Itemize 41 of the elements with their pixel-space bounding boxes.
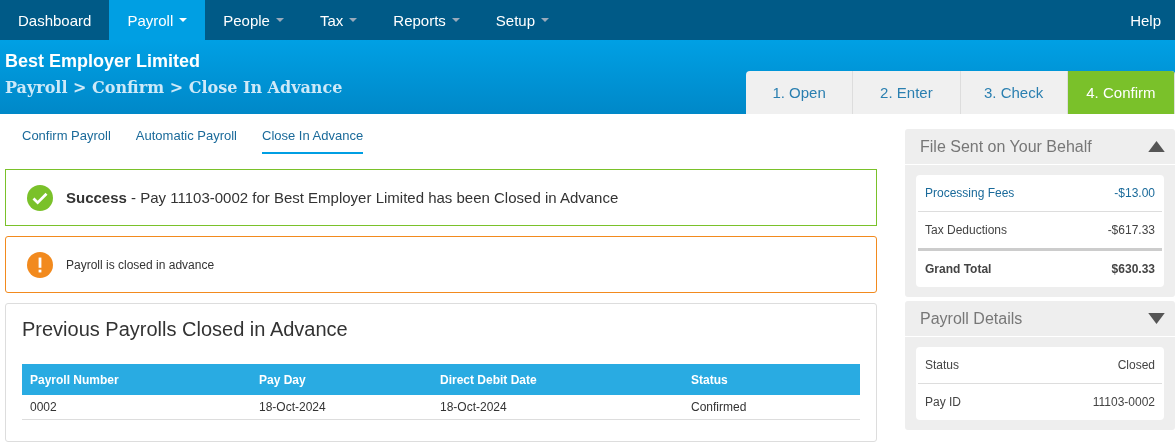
nav-menu-item[interactable]: Tax: [301, 0, 376, 40]
row-label-link[interactable]: Processing Fees: [925, 186, 1015, 200]
row-value: -$13.00: [1114, 186, 1155, 200]
table-cell: Confirmed: [691, 400, 747, 414]
sub-tab[interactable]: Confirm Payroll: [22, 128, 111, 152]
panel-title: Payroll Details: [920, 309, 1023, 328]
exclamation-circle-icon: [27, 251, 53, 278]
wizard-step[interactable]: 3. Check: [960, 71, 1068, 114]
column-header: Pay Day: [259, 372, 306, 387]
table-cell: 0002: [30, 400, 57, 414]
row-value: $630.33: [1111, 262, 1155, 276]
wizard-step[interactable]: 1. Open: [746, 71, 854, 114]
caret-up-icon[interactable]: [1148, 141, 1165, 152]
nav-menu-item[interactable]: Dashboard: [0, 0, 110, 40]
help-link[interactable]: Help: [1112, 0, 1175, 40]
sub-tab[interactable]: Close In Advance: [262, 128, 364, 154]
column-header: Direct Debit Date: [440, 372, 537, 387]
nav-menu-item[interactable]: Setup: [477, 0, 568, 40]
company-name: Best Employer Limited: [5, 51, 202, 72]
row-label: Status: [925, 358, 960, 372]
check-circle-icon: [27, 184, 53, 211]
row-value: -$617.33: [1107, 223, 1155, 237]
wizard-step[interactable]: 2. Enter: [853, 71, 961, 114]
card-title: Previous Payrolls Closed in Advance: [22, 317, 349, 342]
nav-menu-item[interactable]: People: [205, 0, 302, 40]
row-value: Closed: [1117, 358, 1155, 372]
column-header: Payroll Number: [30, 372, 119, 387]
row-value: 11103-0002: [1092, 395, 1155, 409]
sub-tab[interactable]: Automatic Payroll: [135, 128, 237, 152]
breadcrumb: Payroll > Confirm > Close In Advance: [5, 78, 343, 97]
alert-message: Payroll is closed in advance: [66, 257, 215, 272]
column-header: Status: [691, 372, 728, 387]
table-cell: 18-Oct-2024: [259, 400, 326, 414]
row-label: Grand Total: [925, 262, 992, 276]
nav-menu-item[interactable]: Reports: [375, 0, 478, 40]
row-label: Tax Deductions: [925, 223, 1008, 237]
alert-message: Success - Pay 11103-0002 for Best Employer Limited has been Closed in Advance: [66, 189, 619, 206]
caret-down-icon[interactable]: [1148, 313, 1165, 324]
panel-title: File Sent on Your Behalf: [920, 137, 1092, 156]
row-label: Pay ID: [925, 395, 961, 409]
table-cell: 18-Oct-2024: [440, 400, 507, 414]
